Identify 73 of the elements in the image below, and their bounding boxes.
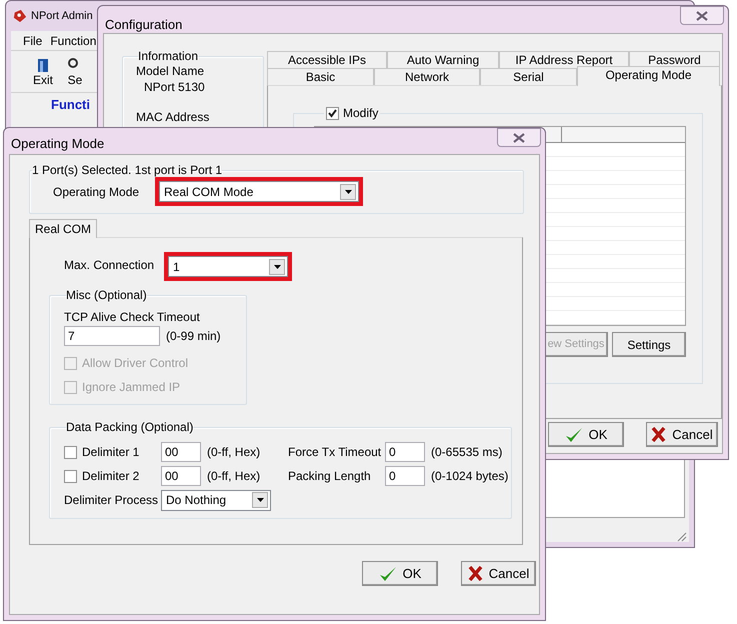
group-title: Misc (Optional): [66, 289, 147, 302]
field-label: Force Tx Timeout: [288, 444, 382, 461]
tab[interactable]: IP Address Report: [499, 51, 629, 68]
window-title: NPort Admin: [31, 8, 93, 24]
field-label: Packing Length: [288, 468, 372, 485]
field-label: Delimiter Process: [64, 492, 160, 509]
field-value: NPort 5130: [143, 79, 206, 95]
checkbox[interactable]: [64, 470, 77, 482]
group-title: Data Packing (Optional): [66, 421, 194, 434]
range-hint: (0-1024 bytes): [431, 468, 510, 485]
tab[interactable]: Network: [374, 68, 480, 85]
field-label: MAC Address: [136, 109, 210, 125]
ok-button[interactable]: OK: [548, 422, 624, 447]
toolbar-button[interactable]: Se: [67, 56, 84, 86]
field-label: Model Name: [136, 63, 206, 79]
ok-button[interactable]: OK: [362, 561, 438, 586]
checkbox-label: Allow Driver Control: [82, 355, 188, 372]
close-icon: [696, 10, 708, 20]
close-icon: [513, 132, 525, 142]
window-title: Operating Mode: [11, 135, 104, 153]
close-button[interactable]: [680, 6, 724, 25]
mode-dropdown[interactable]: Real COM Mode: [159, 181, 359, 202]
tab[interactable]: Basic: [267, 68, 374, 85]
range-hint: (0-ff, Hex): [207, 444, 262, 461]
caret-icon: [274, 264, 280, 268]
resize-grip-icon: [677, 532, 687, 542]
cross-icon: [468, 566, 483, 581]
tab[interactable]: Accessible IPs: [267, 51, 387, 68]
toolbar-button[interactable]: Exit: [33, 56, 54, 86]
check-icon: [378, 566, 397, 582]
cross-icon: [651, 427, 666, 442]
range-hint: (0-ff, Hex): [207, 468, 262, 485]
tab[interactable]: Operating Mode: [577, 66, 720, 86]
tab[interactable]: Auto Warning: [387, 51, 499, 68]
process-dropdown[interactable]: Do Nothing: [161, 490, 271, 510]
cancel-button[interactable]: Cancel: [646, 422, 718, 447]
input-field[interactable]: 0: [385, 466, 425, 486]
range-hint: (0-65535 ms): [431, 444, 504, 461]
menu-item[interactable]: Function: [50, 32, 96, 50]
input-field[interactable]: 0: [385, 442, 425, 462]
group-title: 1 Port(s) Selected. 1st port is Port 1: [32, 164, 222, 177]
input-field[interactable]: 00: [161, 466, 201, 486]
field-label: Max. Connection: [64, 257, 156, 274]
checkbox[interactable]: [326, 106, 339, 120]
checkbox-label: Delimiter 1: [82, 444, 140, 461]
checkbox-label: Modify: [343, 105, 378, 122]
field-label: TCP Alive Check Timeout: [64, 309, 201, 326]
check-icon: [564, 426, 583, 442]
app-icon: [13, 9, 27, 23]
panel-heading: Functi: [51, 96, 90, 114]
checkbox[interactable]: [64, 446, 77, 458]
dropdown-button[interactable]: [252, 492, 268, 508]
caret-icon: [256, 498, 264, 502]
range-hint: (0-99 min): [166, 328, 221, 345]
close-button[interactable]: [497, 128, 541, 147]
door-icon: [35, 56, 51, 72]
checkbox-label: Delimiter 2: [82, 468, 140, 485]
input-field[interactable]: 00: [161, 442, 201, 462]
caret-icon: [344, 190, 352, 194]
field-label: Operating Mode: [53, 184, 140, 200]
tab[interactable]: Real COM: [29, 219, 98, 238]
window-title: Configuration: [105, 16, 182, 34]
connection-dropdown[interactable]: 1: [168, 256, 288, 277]
dropdown-button[interactable]: [340, 184, 356, 200]
menu-item[interactable]: File: [23, 32, 42, 50]
action-button[interactable]: Settings: [612, 332, 686, 357]
check-icon: [328, 108, 337, 118]
group-title: Information: [138, 50, 198, 63]
checkbox-label: Ignore Jammed IP: [82, 379, 180, 396]
dropdown-button[interactable]: [269, 258, 285, 274]
input-field[interactable]: 7: [64, 326, 160, 346]
tab[interactable]: Serial: [480, 68, 577, 85]
cancel-button[interactable]: Cancel: [461, 561, 536, 586]
